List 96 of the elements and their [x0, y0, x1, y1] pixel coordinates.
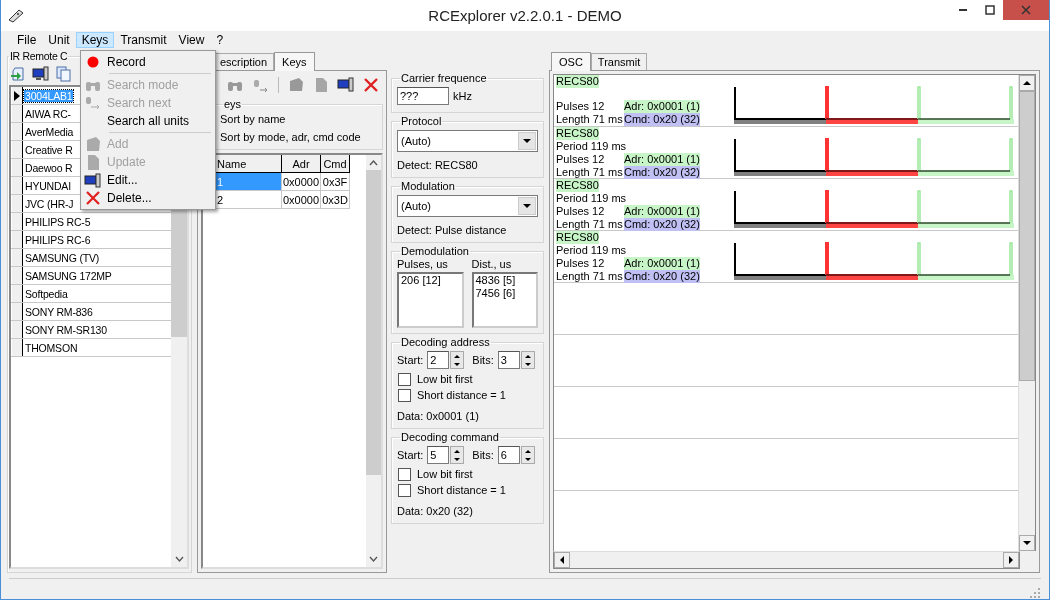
group-title: Carrier frequence	[400, 72, 488, 84]
group-title: Decoding command	[400, 431, 500, 443]
checkbox-label: Short distance = 1	[417, 389, 506, 401]
length-label: Length 71 ms	[556, 113, 624, 126]
table-cell[interactable]: 0x3F	[321, 173, 350, 191]
menu-item[interactable]: Unit	[42, 32, 76, 48]
remote-list-item[interactable]: SAMSUNG (TV)	[24, 251, 101, 264]
remote-list-item[interactable]: JVC (HR-J	[24, 197, 75, 210]
remote-list-item[interactable]: HYUNDAI	[24, 179, 72, 192]
address-label: Adr: 0x0001 (1)	[624, 205, 700, 218]
remote-list-item[interactable]: PHILIPS RC-6	[24, 233, 92, 246]
column-label: Dist., us	[471, 258, 513, 270]
field-label: Bits:	[472, 354, 494, 366]
remote-list-item[interactable]: THOMSON	[24, 341, 79, 354]
tab[interactable]: escription	[213, 53, 275, 70]
command-label: Cmd: 0x20 (32)	[624, 218, 700, 231]
pulses-label: Pulses 12	[556, 257, 606, 270]
checkbox-label: Low bit first	[417, 373, 473, 385]
column-header[interactable]: Adr	[282, 155, 321, 173]
menu-item[interactable]: Keys	[75, 32, 115, 48]
tab[interactable]: Keys	[274, 52, 315, 71]
pulses-label: Pulses 12	[556, 205, 606, 218]
dropdown[interactable]: (Auto)	[397, 130, 538, 152]
group-title: Protocol	[400, 115, 443, 127]
group-title: Demodulation	[400, 245, 470, 257]
menu-item[interactable]: Transmit	[114, 32, 173, 48]
column-header[interactable]: Name	[214, 155, 282, 173]
group-title: eys	[223, 98, 243, 110]
sort-option[interactable]: Sort by name	[220, 110, 378, 128]
period-label: Period 119 ms	[556, 140, 627, 153]
detect-label: Detect: Pulse distance	[397, 223, 508, 237]
data-label: Data: 0x20 (32)	[397, 504, 474, 518]
length-label: Length 71 ms	[556, 270, 624, 283]
checkbox-label: Low bit first	[417, 468, 473, 480]
column-label: Pulses, us	[397, 258, 449, 270]
start-field[interactable]: 2	[427, 351, 450, 369]
period-label: Period 119 ms	[556, 192, 627, 205]
remote-list-item[interactable]: SONY RM-836	[24, 305, 94, 318]
command-label: Cmd: 0x20 (32)	[624, 166, 700, 179]
list-item[interactable]: 7456 [6]	[475, 287, 534, 300]
remote-list-item[interactable]: PHILIPS RC-5	[24, 215, 92, 228]
group-title: Decoding address	[400, 336, 491, 348]
remote-list-item[interactable]: AverMedia	[24, 125, 75, 138]
tab[interactable]: OSC	[551, 52, 591, 71]
table-cell[interactable]: 0x0000	[282, 173, 321, 191]
window-title: RCExplorer v2.2.0.1 - DEMO	[428, 7, 622, 24]
field-label: Bits:	[472, 449, 494, 461]
table-cell[interactable]: 0x3D	[321, 191, 350, 209]
protocol-label: RECS80	[556, 75, 599, 88]
menu-item[interactable]: File	[11, 32, 43, 48]
protocol-label: RECS80	[556, 231, 599, 244]
list-item[interactable]: 206 [12]	[401, 274, 460, 287]
remote-list-item[interactable]: AIWA RC-	[24, 107, 72, 120]
distances-list[interactable]: 4836 [5] 7456 [6]	[471, 272, 538, 328]
menu-item[interactable]: View	[172, 32, 211, 48]
remote-list-item[interactable]: Daewoo R	[24, 161, 74, 174]
address-label: Adr: 0x0001 (1)	[624, 257, 700, 270]
address-label: Adr: 0x0001 (1)	[624, 153, 700, 166]
start-field[interactable]: 5	[427, 446, 450, 464]
group-title: IR Remote C	[9, 50, 69, 62]
command-label: Cmd: 0x20 (32)	[624, 270, 700, 283]
column-header[interactable]: Cmd	[321, 155, 350, 173]
list-item[interactable]: 4836 [5]	[475, 274, 534, 287]
command-label: Cmd: 0x20 (32)	[624, 113, 700, 126]
menu-item[interactable]: Search all units	[83, 112, 213, 130]
detect-label: Detect: RECS80	[397, 158, 479, 172]
data-label: Data: 0x0001 (1)	[397, 409, 480, 423]
table-cell[interactable]: 0x0000	[282, 191, 321, 209]
period-label: Period 119 ms	[556, 244, 627, 257]
remote-list-item[interactable]: SONY RM-SR130	[24, 323, 108, 336]
sort-option[interactable]: Sort by mode, adr, cmd code	[220, 128, 378, 146]
protocol-label: RECS80	[556, 179, 599, 192]
tab[interactable]: Transmit	[590, 53, 648, 70]
dropdown[interactable]: (Auto)	[397, 195, 538, 217]
pulses-label: Pulses 12	[556, 100, 606, 113]
remote-list-item[interactable]: Creative R	[24, 143, 74, 156]
bits-field[interactable]: 3	[497, 351, 520, 369]
remote-list-item[interactable]: Softpedia	[24, 287, 69, 300]
menu-item[interactable]: Record	[83, 53, 213, 71]
address-label: Adr: 0x0001 (1)	[624, 100, 700, 113]
length-label: Length 71 ms	[556, 166, 624, 179]
length-label: Length 71 ms	[556, 218, 624, 231]
group-title: Modulation	[400, 180, 456, 192]
menu-item[interactable]: Delete...	[83, 189, 213, 207]
pulses-list[interactable]: 206 [12]	[397, 272, 464, 328]
checkbox-label: Short distance = 1	[417, 484, 506, 496]
field-label: Start:	[397, 354, 424, 366]
field-label: Start:	[397, 449, 424, 461]
unit-label: kHz	[453, 90, 472, 102]
pulses-label: Pulses 12	[556, 153, 606, 166]
frequency-field[interactable]: ???	[397, 87, 449, 105]
remote-list-item[interactable]: SAMSUNG 172MP	[24, 269, 113, 282]
menu-item[interactable]: ?	[210, 32, 230, 48]
bits-field[interactable]: 6	[497, 446, 520, 464]
protocol-label: RECS80	[556, 127, 599, 140]
menu-item[interactable]: Edit...	[83, 171, 213, 189]
